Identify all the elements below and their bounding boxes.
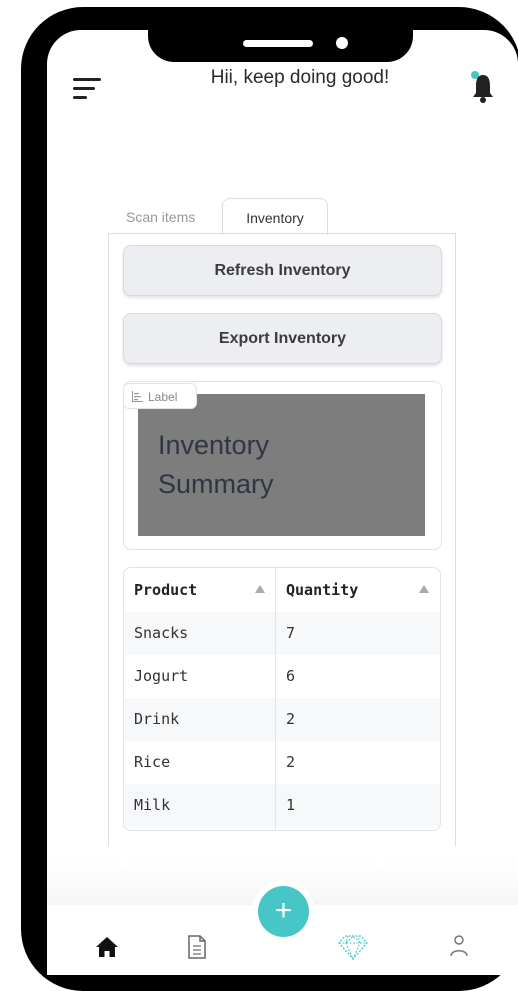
user-icon[interactable] bbox=[449, 934, 469, 963]
label-tag: Label bbox=[123, 383, 197, 409]
quantity-cell: 2 bbox=[286, 710, 296, 728]
notch-speaker bbox=[243, 40, 313, 47]
refresh-inventory-button[interactable]: Refresh Inventory bbox=[123, 245, 442, 296]
diamond-icon[interactable] bbox=[337, 933, 369, 966]
sort-asc-icon[interactable] bbox=[419, 585, 429, 593]
label-tag-text: Label bbox=[148, 390, 178, 404]
home-icon[interactable] bbox=[95, 936, 119, 963]
menu-icon[interactable] bbox=[73, 78, 103, 100]
summary-title: Inventory Summary bbox=[158, 426, 358, 504]
inventory-table: Product Quantity Snacks 7 Jogurt 6 Drink… bbox=[123, 567, 441, 831]
quantity-cell: 2 bbox=[286, 753, 296, 771]
table-row: Snacks 7 bbox=[124, 612, 440, 655]
export-inventory-button[interactable]: Export Inventory bbox=[123, 313, 442, 364]
tab-inventory[interactable]: Inventory bbox=[222, 198, 328, 235]
column-divider bbox=[275, 568, 276, 830]
table-header-row: Product Quantity bbox=[124, 568, 440, 613]
notch-camera bbox=[336, 37, 348, 49]
tab-scan-items[interactable]: Scan items bbox=[126, 198, 226, 234]
column-header-quantity[interactable]: Quantity bbox=[286, 568, 358, 612]
quantity-cell: 6 bbox=[286, 667, 296, 685]
product-cell: Snacks bbox=[134, 624, 189, 642]
product-cell: Jogurt bbox=[134, 667, 189, 685]
sort-asc-icon[interactable] bbox=[255, 585, 265, 593]
product-cell: Rice bbox=[134, 753, 171, 771]
product-cell: Milk bbox=[134, 796, 171, 814]
chart-icon bbox=[132, 385, 143, 402]
summary-title-line-2: Summary bbox=[158, 469, 274, 499]
column-header-product[interactable]: Product bbox=[134, 568, 197, 612]
table-row: Drink 2 bbox=[124, 698, 440, 741]
product-cell: Drink bbox=[134, 710, 180, 728]
table-row: Jogurt 6 bbox=[124, 655, 440, 698]
summary-title-line-1: Inventory bbox=[158, 430, 270, 460]
quantity-cell: 1 bbox=[286, 796, 296, 814]
table-row: Milk 1 bbox=[124, 784, 440, 827]
document-icon[interactable] bbox=[187, 935, 207, 964]
bell-icon[interactable] bbox=[468, 70, 498, 106]
table-row: Rice 2 bbox=[124, 741, 440, 784]
greeting-text: Hii, keep doing good! bbox=[210, 67, 390, 88]
add-button[interactable]: + bbox=[258, 886, 309, 937]
quantity-cell: 7 bbox=[286, 624, 296, 642]
notch bbox=[148, 7, 413, 62]
